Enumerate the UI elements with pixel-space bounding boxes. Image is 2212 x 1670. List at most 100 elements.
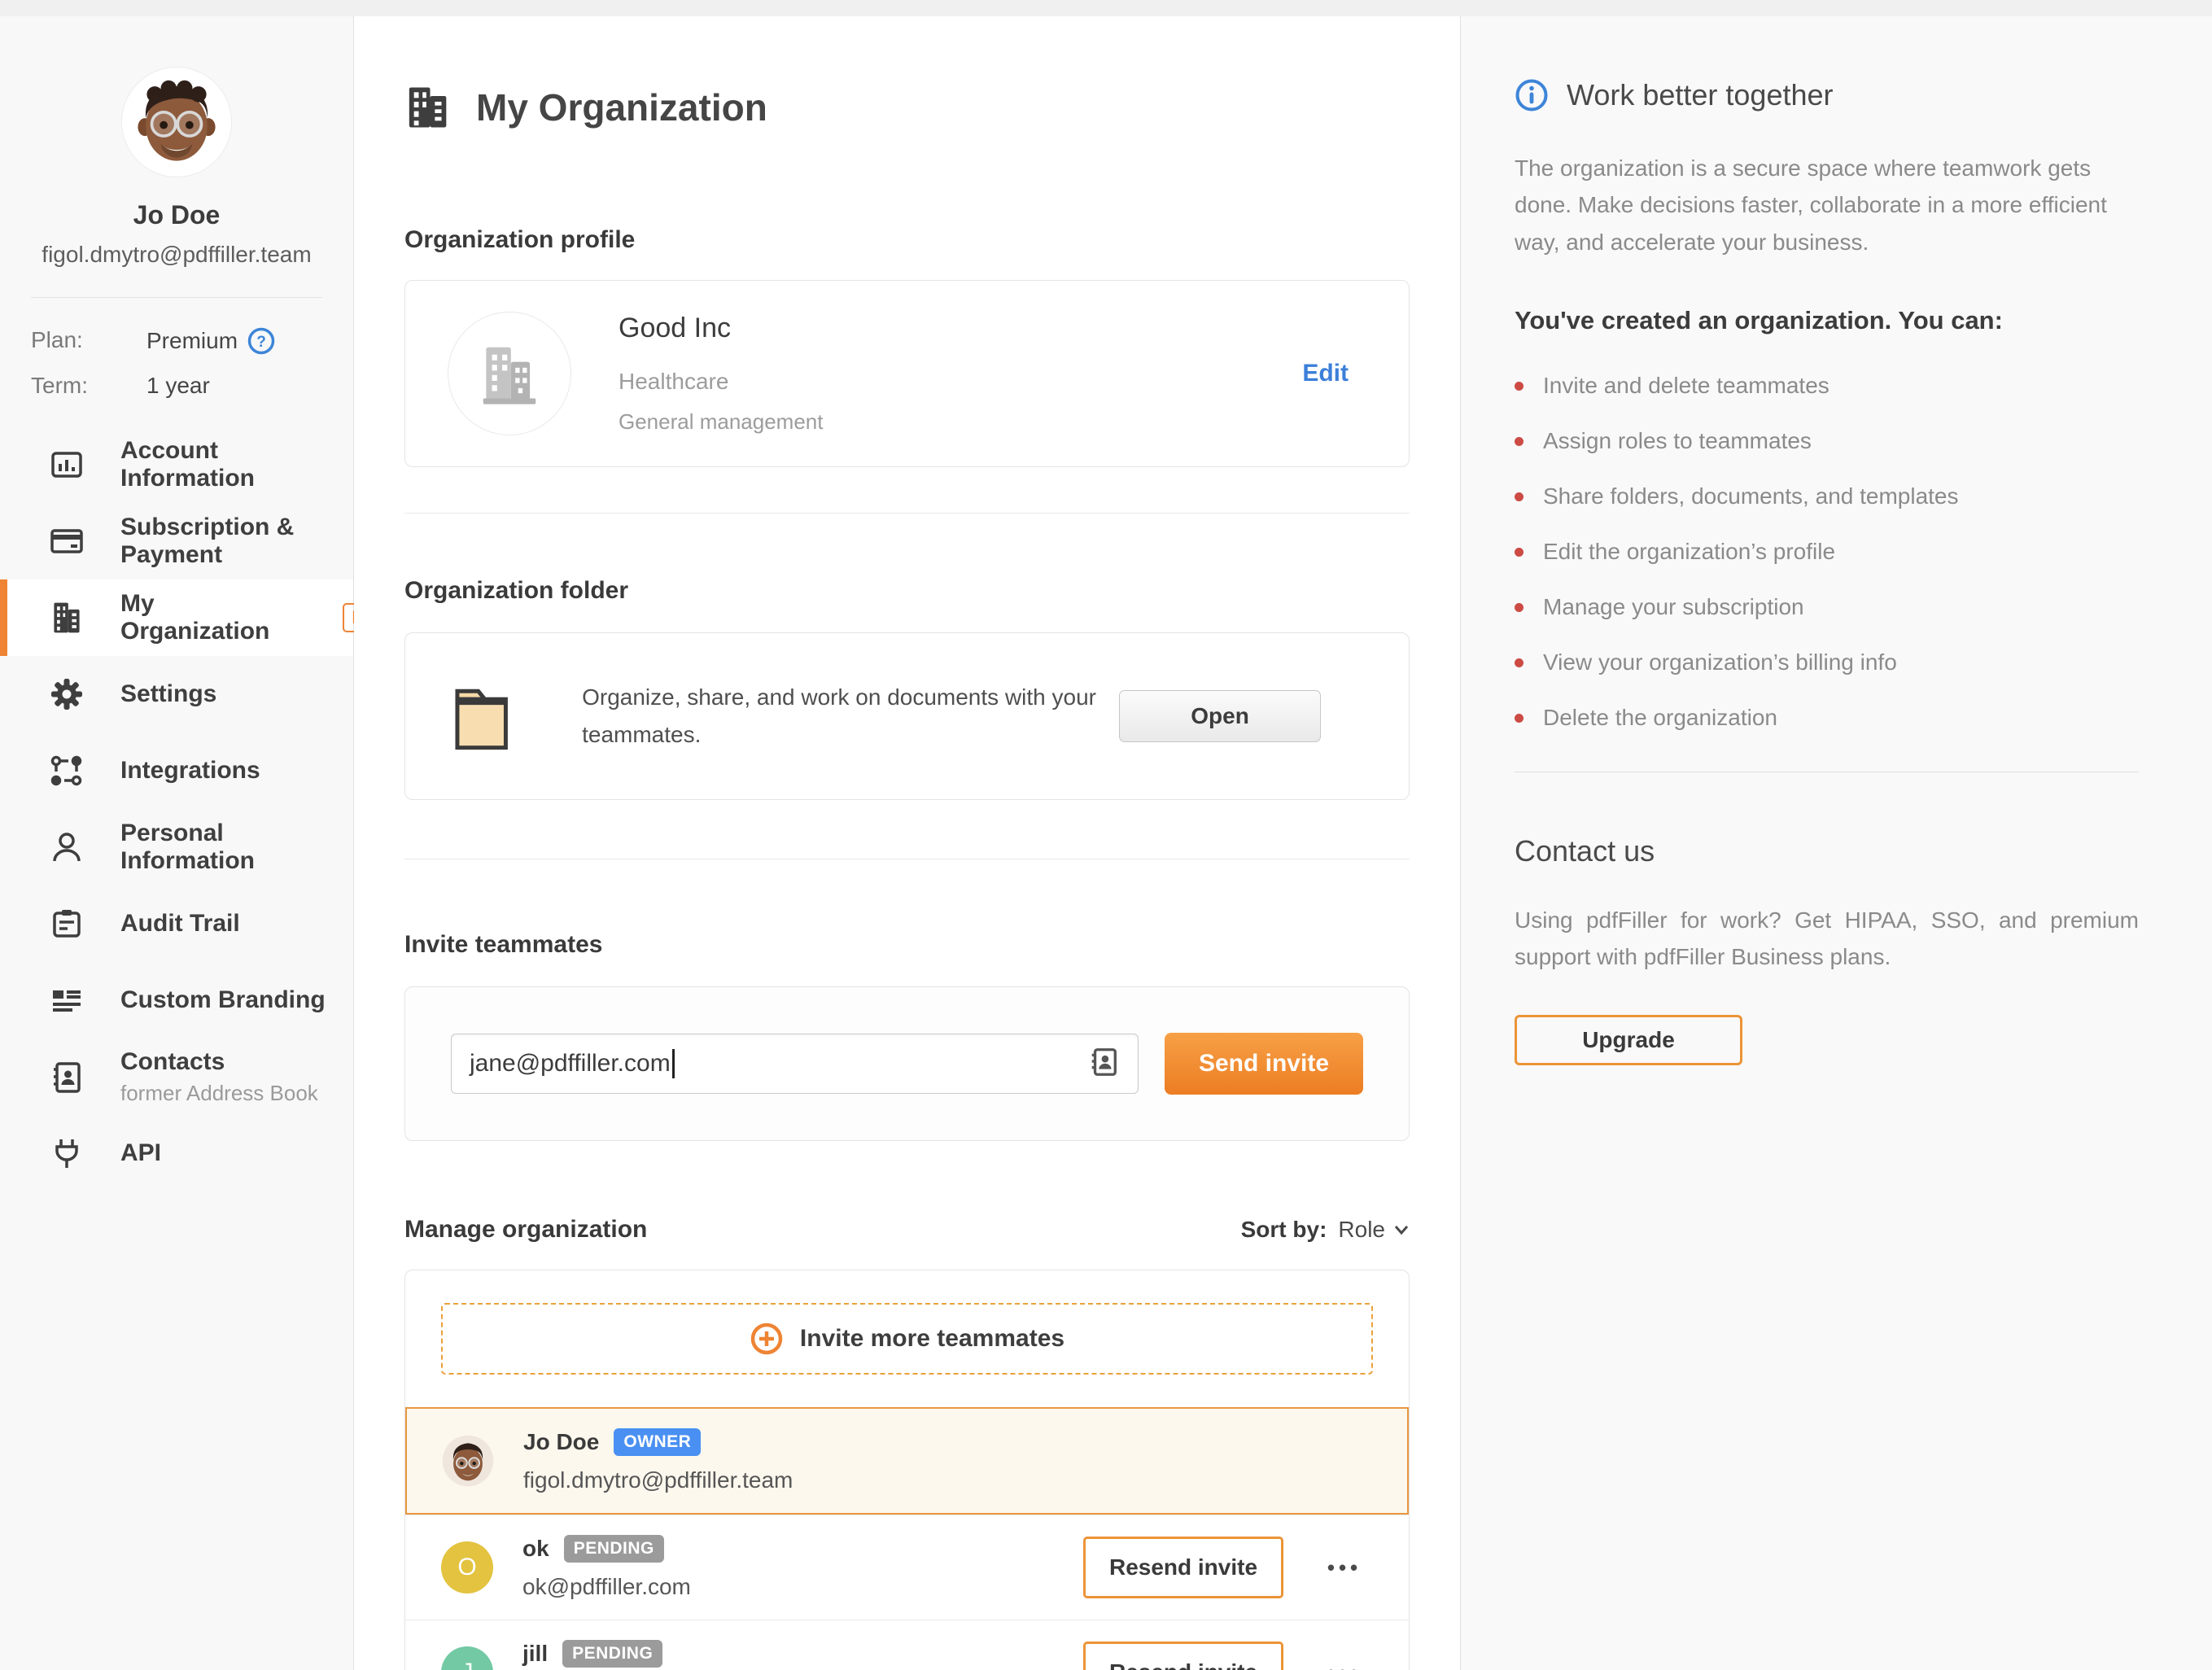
sidebar-item-sublabel: former Address Book — [120, 1081, 318, 1106]
sidebar-item-contacts[interactable]: Contacts former Address Book — [0, 1038, 353, 1115]
bullet-dot — [1515, 492, 1523, 501]
sidebar-item-subscription-payment[interactable]: Subscription & Payment — [0, 503, 353, 579]
member-avatar — [442, 1435, 494, 1487]
term-value: 1 year — [146, 373, 210, 399]
member-row-owner[interactable]: Jo Doe OWNER figol.dmytro@pdffiller.team — [405, 1407, 1409, 1515]
sidebar-item-label: Audit Trail — [120, 910, 240, 938]
sidebar-item-label: Subscription & Payment — [120, 514, 353, 569]
bullet-dot — [1515, 658, 1523, 667]
sidebar-item-label: API — [120, 1139, 161, 1167]
plan-value: Premium — [146, 328, 238, 354]
page-title: My Organization — [476, 85, 767, 129]
user-card: Jo Doe figol.dmytro@pdffiller.team — [0, 67, 353, 268]
member-name: Jo Doe — [523, 1429, 599, 1455]
integrations-nodes-icon — [49, 753, 85, 789]
user-name: Jo Doe — [0, 200, 353, 230]
info-intro-text: The organization is a secure space where… — [1515, 150, 2139, 260]
info-rail: Work better together The organization is… — [1461, 16, 2212, 1670]
org-profile-heading: Organization profile — [404, 226, 1410, 254]
sidebar-item-label: Account Information — [120, 437, 353, 492]
sidebar-item-audit-trail[interactable]: Audit Trail — [0, 885, 353, 962]
help-icon[interactable]: ? — [247, 327, 275, 355]
capability-item: Assign roles to teammates — [1515, 428, 2139, 454]
organization-building-icon — [49, 600, 85, 636]
sort-by-select[interactable]: Role — [1338, 1217, 1410, 1243]
sort-by-label: Sort by: — [1241, 1217, 1327, 1243]
clipboard-icon — [49, 906, 85, 942]
section-divider — [404, 513, 1410, 514]
text-caret — [672, 1049, 675, 1078]
plan-label: Plan: — [31, 327, 146, 355]
org-profile-card: Good Inc Healthcare General management E… — [404, 280, 1410, 467]
more-options-icon[interactable]: ••• — [1316, 1555, 1373, 1580]
address-book-icon[interactable] — [1087, 1046, 1120, 1082]
pending-badge: PENDING — [562, 1640, 662, 1668]
org-subindustry: General management — [619, 409, 1255, 435]
main-panel: My Organization Organization profile Goo… — [354, 16, 1461, 1670]
sidebar-item-integrations[interactable]: Integrations — [0, 732, 353, 809]
sidebar-item-label: My Organization — [120, 590, 269, 645]
org-avatar — [448, 312, 571, 435]
invite-teammates-heading: Invite teammates — [404, 931, 1410, 959]
user-email: figol.dmytro@pdffiller.team — [0, 242, 353, 268]
created-organization-heading: You've created an organization. You can: — [1515, 306, 2139, 335]
org-name: Good Inc — [619, 313, 1255, 344]
org-folder-card: Organize, share, and work on documents w… — [404, 632, 1410, 800]
bar-chart-icon — [49, 447, 85, 483]
sidebar-item-label: Integrations — [120, 757, 260, 785]
org-folder-description: Organize, share, and work on documents w… — [582, 679, 1119, 754]
bullet-dot — [1515, 548, 1523, 557]
folder-icon — [452, 680, 536, 753]
sidebar-item-personal-information[interactable]: Personal Information — [0, 809, 353, 885]
bullet-dot — [1515, 382, 1523, 391]
sidebar-item-label: Custom Branding — [120, 986, 326, 1014]
member-email: ok@pdffiller.com — [522, 1574, 691, 1600]
resend-invite-button[interactable]: Resend invite — [1083, 1642, 1283, 1670]
work-better-together-title: Work better together — [1567, 78, 1834, 112]
invite-email-value: jane@pdffiller.com — [470, 1050, 671, 1078]
sort-by-value: Role — [1338, 1217, 1385, 1243]
sidebar-item-label: Contacts — [120, 1048, 318, 1076]
plug-icon — [49, 1135, 85, 1171]
resend-invite-button[interactable]: Resend invite — [1083, 1537, 1283, 1598]
send-invite-button[interactable]: Send invite — [1165, 1033, 1363, 1095]
sidebar-item-label: Settings — [120, 680, 216, 708]
open-folder-button[interactable]: Open — [1119, 690, 1321, 742]
invite-more-label: Invite more teammates — [800, 1325, 1064, 1353]
invite-more-teammates-button[interactable]: Invite more teammates — [441, 1303, 1373, 1375]
more-options-icon[interactable]: ••• — [1316, 1660, 1373, 1670]
capability-item: View your organization’s billing info — [1515, 649, 2139, 675]
address-book-icon — [49, 1059, 85, 1095]
bullet-dot — [1515, 714, 1523, 723]
member-row-pending: J jill PENDING jill@pdffiller.com Resend… — [405, 1620, 1409, 1670]
page: Jo Doe figol.dmytro@pdffiller.team Plan:… — [0, 16, 2212, 1670]
upgrade-button[interactable]: Upgrade — [1515, 1015, 1742, 1065]
organization-building-icon — [404, 85, 450, 130]
owner-badge: OWNER — [614, 1428, 701, 1456]
memoji-avatar-graphic — [127, 72, 226, 172]
capability-item: Invite and delete teammates — [1515, 373, 2139, 399]
sidebar: Jo Doe figol.dmytro@pdffiller.team Plan:… — [0, 16, 354, 1670]
user-avatar — [121, 67, 232, 177]
sidebar-item-account-information[interactable]: Account Information — [0, 426, 353, 503]
member-email: figol.dmytro@pdffiller.team — [523, 1467, 793, 1493]
pending-badge: PENDING — [564, 1535, 664, 1563]
members-card: Invite more teammates Jo Doe OWNER figol… — [404, 1270, 1410, 1670]
sidebar-item-api[interactable]: API — [0, 1115, 353, 1191]
edit-org-link[interactable]: Edit — [1302, 360, 1349, 387]
capability-item: Delete the organization — [1515, 705, 2139, 731]
branding-layout-icon — [49, 982, 85, 1018]
info-icon — [1515, 78, 1549, 112]
invite-email-input[interactable]: jane@pdffiller.com — [451, 1034, 1139, 1094]
member-avatar: O — [441, 1541, 493, 1593]
contact-us-text: Using pdfFiller for work? Get HIPAA, SSO… — [1515, 903, 2139, 976]
capability-item: Manage your subscription — [1515, 594, 2139, 620]
sidebar-item-custom-branding[interactable]: Custom Branding — [0, 962, 353, 1038]
sidebar-item-label: Personal Information — [120, 820, 353, 875]
bullet-dot — [1515, 603, 1523, 612]
person-icon — [49, 829, 85, 865]
bullet-dot — [1515, 437, 1523, 446]
sidebar-item-settings[interactable]: Settings — [0, 656, 353, 732]
sidebar-menu: Account Information Subscription & Payme… — [0, 426, 353, 1191]
sidebar-item-my-organization[interactable]: My Organization NEW — [0, 579, 353, 656]
